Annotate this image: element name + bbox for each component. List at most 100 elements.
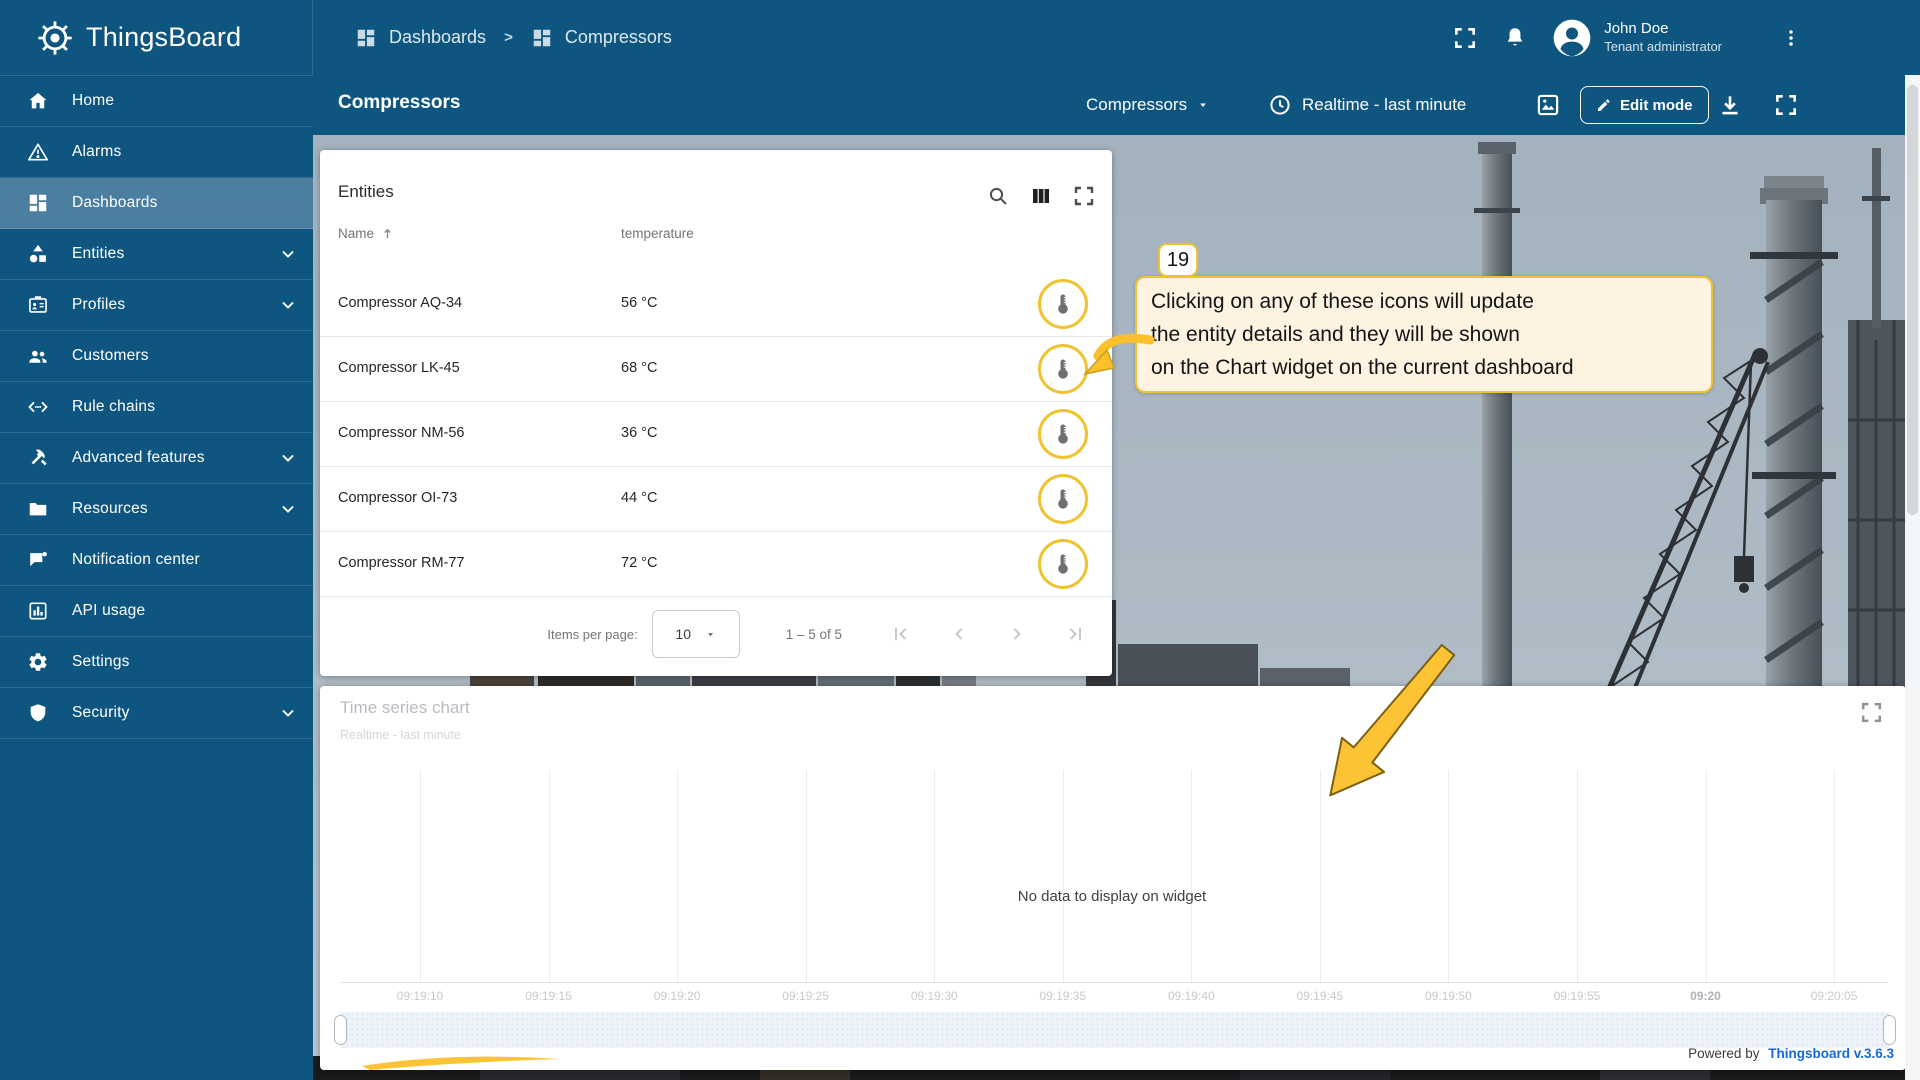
last-page-button[interactable] <box>1064 623 1086 645</box>
table-row[interactable]: Compressor OI-7344 °C <box>320 467 1112 532</box>
dashboard-state-label: Compressors <box>1086 95 1187 115</box>
breadcrumb-compressors[interactable]: Compressors <box>565 27 672 48</box>
notifications-bell-icon[interactable] <box>1502 25 1528 51</box>
dashboard-toolbar: Compressors Compressors Realtime - last … <box>313 75 1920 135</box>
page-scrollbar[interactable] <box>1905 75 1920 1080</box>
widget-fullscreen-icon[interactable] <box>1072 184 1096 208</box>
advanced-features-icon <box>27 447 49 469</box>
sidebar-item-label: Home <box>72 92 299 110</box>
sidebar-item-profiles[interactable]: Profiles <box>0 280 313 331</box>
caret-down-icon <box>705 629 716 640</box>
first-page-button[interactable] <box>890 623 912 645</box>
table-row[interactable]: Compressor AQ-3456 °C <box>320 272 1112 337</box>
download-button[interactable] <box>1717 92 1743 118</box>
fullscreen-icon[interactable] <box>1452 25 1478 51</box>
chart-gridline <box>677 770 678 982</box>
table-row[interactable]: Compressor RM-7772 °C <box>320 532 1112 597</box>
user-avatar[interactable] <box>1552 18 1592 58</box>
resources-icon <box>27 498 49 520</box>
table-row[interactable]: Compressor LK-4568 °C <box>320 337 1112 402</box>
previous-page-button[interactable] <box>948 623 970 645</box>
x-axis-tick-label: 09:19:40 <box>1168 989 1215 1003</box>
dashboard-image-button[interactable] <box>1535 92 1561 118</box>
download-icon <box>1717 92 1743 118</box>
version-link[interactable]: Thingsboard v.3.6.3 <box>1768 1046 1894 1061</box>
sidebar-item-notification-center[interactable]: Notification center <box>0 535 313 586</box>
sidebar-item-advanced-features[interactable]: Advanced features <box>0 433 313 484</box>
sidebar-item-entities[interactable]: Entities <box>0 229 313 280</box>
chart-gridline <box>1448 770 1449 982</box>
api-usage-icon <box>27 600 49 622</box>
image-icon <box>1535 92 1561 118</box>
breadcrumb-dashboards[interactable]: Dashboards <box>389 27 486 48</box>
more-menu-icon[interactable] <box>1780 26 1802 50</box>
chart-gridline <box>1063 770 1064 982</box>
sidebar-item-api-usage[interactable]: API usage <box>0 586 313 637</box>
thermometer-action-button[interactable] <box>1038 539 1088 589</box>
sidebar-item-rule-chains[interactable]: Rule chains <box>0 382 313 433</box>
datazoom-right-handle[interactable] <box>1883 1015 1896 1045</box>
sidebar-item-label: API usage <box>72 602 299 620</box>
entities-table-body: Compressor AQ-3456 °CCompressor LK-4568 … <box>320 272 1112 597</box>
sidebar-item-customers[interactable]: Customers <box>0 331 313 382</box>
dashboard-state-selector[interactable]: Compressors <box>1086 75 1209 135</box>
x-axis-tick-label: 09:19:25 <box>782 989 829 1003</box>
chart-gridline <box>549 770 550 982</box>
thermometer-action-button[interactable] <box>1038 474 1088 524</box>
chart-gridline <box>934 770 935 982</box>
sidebar-item-label: Security <box>72 704 277 722</box>
x-axis-tick-label: 09:19:50 <box>1425 989 1472 1003</box>
thermometer-icon <box>1050 291 1076 317</box>
thermometer-icon <box>1050 356 1076 382</box>
scrollbar-thumb[interactable] <box>1907 85 1918 515</box>
column-header-name[interactable]: Name <box>338 226 395 241</box>
timewindow-button[interactable]: Realtime - last minute <box>1268 75 1466 135</box>
top-header: ThingsBoard Dashboards > Compressors Joh… <box>0 0 1920 75</box>
sidebar-item-resources[interactable]: Resources <box>0 484 313 535</box>
x-axis-tick-label: 09:19:45 <box>1296 989 1343 1003</box>
sidebar-item-security[interactable]: Security <box>0 688 313 739</box>
temperature-cell: 36 °C <box>621 425 657 441</box>
no-data-message: No data to display on widget <box>1018 888 1206 905</box>
sidebar-item-dashboards[interactable]: Dashboards <box>0 178 313 229</box>
thermometer-action-button[interactable] <box>1038 279 1088 329</box>
search-icon[interactable] <box>986 184 1010 208</box>
column-header-temperature[interactable]: temperature <box>621 226 694 241</box>
datazoom-slider[interactable] <box>340 1012 1890 1048</box>
chart-widget-subtitle: Realtime - last minute <box>340 728 461 742</box>
datazoom-left-handle[interactable] <box>334 1015 347 1045</box>
columns-display-icon[interactable] <box>1029 184 1053 208</box>
widget-title-entities: Entities <box>338 182 394 202</box>
thermometer-action-button[interactable] <box>1038 409 1088 459</box>
thingsboard-logo-icon <box>34 17 76 59</box>
chart-fullscreen-icon[interactable] <box>1859 700 1884 725</box>
thermometer-action-button[interactable] <box>1038 344 1088 394</box>
sidebar-item-home[interactable]: Home <box>0 76 313 127</box>
tutorial-callout: Clicking on any of these icons will upda… <box>1135 276 1713 393</box>
caret-down-icon <box>1197 99 1209 111</box>
settings-icon <box>27 651 49 673</box>
items-per-page-select[interactable]: 10 <box>652 610 740 658</box>
name-column-label: Name <box>338 226 374 241</box>
dashboard-fullscreen-button[interactable] <box>1773 92 1799 118</box>
user-info[interactable]: John Doe Tenant administrator <box>1604 20 1722 55</box>
edit-mode-button[interactable]: Edit mode <box>1580 86 1709 124</box>
next-page-button[interactable] <box>1006 623 1028 645</box>
thermometer-icon <box>1050 421 1076 447</box>
entities-widget-actions <box>986 184 1096 208</box>
sidebar-item-alarms[interactable]: Alarms <box>0 127 313 178</box>
breadcrumb-separator: > <box>504 29 513 46</box>
app-logo[interactable]: ThingsBoard <box>0 0 313 75</box>
sidebar-item-label: Notification center <box>72 551 299 569</box>
sidebar-item-label: Settings <box>72 653 299 671</box>
temperature-cell: 68 °C <box>621 360 657 376</box>
chart-axis-line <box>340 982 1888 983</box>
alarms-icon <box>27 141 49 163</box>
sidebar-item-settings[interactable]: Settings <box>0 637 313 688</box>
user-name: John Doe <box>1604 20 1722 39</box>
rule-chains-icon <box>27 396 49 418</box>
callout-text-line: on the Chart widget on the current dashb… <box>1151 351 1697 384</box>
sidebar: Home AlarmsDashboardsEntitiesProfilesCust… <box>0 75 313 1080</box>
table-row[interactable]: Compressor NM-5636 °C <box>320 402 1112 467</box>
temperature-cell: 56 °C <box>621 295 657 311</box>
